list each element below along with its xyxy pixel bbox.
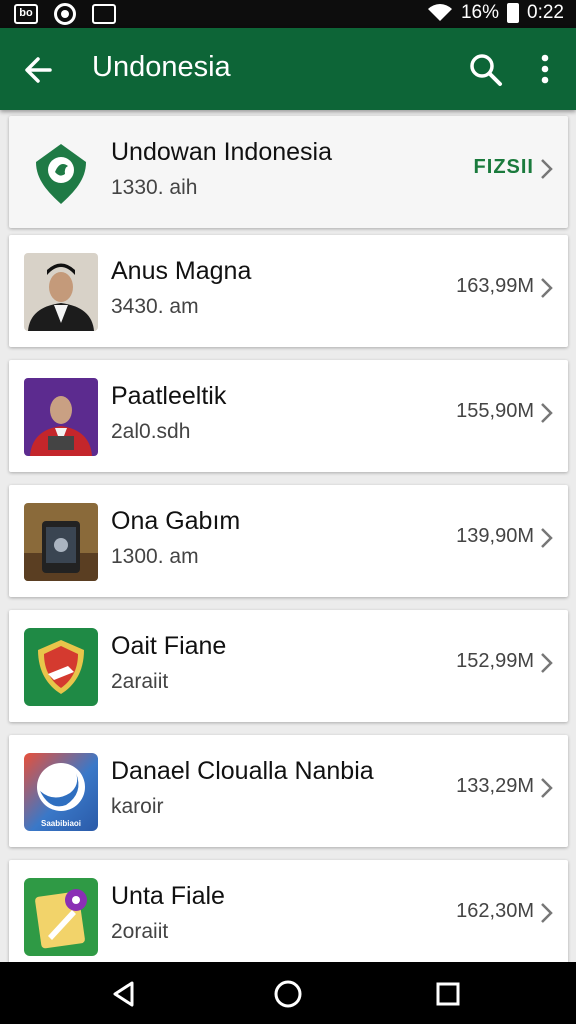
chevron-right-icon — [541, 159, 553, 179]
list-item[interactable]: Anus Magna 3430. am 163,99M — [9, 235, 568, 347]
chevron-right-icon — [541, 653, 553, 673]
item-list: Undowan Indonesia 1330. aih FIZSII Anus … — [0, 110, 576, 962]
list-item[interactable]: Saabibiaoi Danael Cloualla Nanbia karoir… — [9, 735, 568, 847]
item-name: Unta Fiale — [111, 882, 225, 910]
list-item[interactable]: Paatleeltik 2al0.sdh 155,90M — [9, 360, 568, 472]
arrow-left-icon — [25, 57, 52, 83]
search-button[interactable] — [466, 50, 506, 90]
item-size: 133,29M — [456, 775, 534, 797]
notes-app-icon — [24, 878, 98, 956]
item-size: 155,90M — [456, 400, 534, 422]
person-photo-icon — [24, 378, 98, 456]
notification-icon: bo — [14, 4, 38, 24]
item-subtitle: 3430. am — [111, 295, 199, 318]
clock: 0:22 — [527, 2, 564, 23]
chevron-right-icon — [541, 278, 553, 298]
page-title: Undonesia — [92, 51, 231, 83]
item-size: FIZSII — [473, 156, 534, 178]
chevron-right-icon — [541, 403, 553, 423]
record-icon — [54, 3, 76, 25]
image-notification-icon — [92, 4, 116, 24]
search-icon — [470, 54, 502, 86]
item-name: Oait Fiane — [111, 632, 227, 660]
nav-back-button[interactable] — [108, 978, 140, 1010]
list-item[interactable]: Oait Fiane 2araiit 152,99M — [9, 610, 568, 722]
item-size: 152,99M — [456, 650, 534, 672]
more-options-button[interactable] — [530, 50, 560, 90]
system-navigation-bar — [0, 962, 576, 1024]
chevron-right-icon — [541, 778, 553, 798]
nav-recents-button[interactable] — [432, 978, 464, 1010]
home-circle-icon — [274, 980, 302, 1008]
item-size: 139,90M — [456, 525, 534, 547]
wave-logo-icon: Saabibiaoi — [24, 753, 98, 831]
item-subtitle: 1300. am — [111, 545, 199, 568]
item-subtitle: karoir — [111, 795, 164, 818]
item-subtitle: 1330. aih — [111, 176, 198, 199]
person-photo-icon — [24, 253, 98, 331]
recents-square-icon — [436, 982, 460, 1006]
chevron-right-icon — [541, 903, 553, 923]
item-subtitle: 2araiit — [111, 670, 169, 693]
item-name: Ona Gabım — [111, 507, 241, 535]
item-size: 163,99M — [456, 275, 534, 297]
wifi-icon — [427, 4, 452, 21]
device-photo-icon — [24, 503, 98, 581]
shield-badge-icon — [24, 628, 98, 706]
item-subtitle: 2al0.sdh — [111, 420, 191, 443]
item-name: Undowan Indonesia — [111, 138, 332, 166]
item-name: Anus Magna — [111, 257, 252, 285]
item-subtitle: 2oraiit — [111, 920, 169, 943]
shield-logo-icon — [24, 134, 98, 212]
list-item[interactable]: Ona Gabım 1300. am 139,90M — [9, 485, 568, 597]
item-name: Danael Cloualla Nanbia — [111, 757, 374, 785]
nav-home-button[interactable] — [272, 978, 304, 1010]
app-bar: Undonesia — [0, 28, 576, 110]
list-item[interactable]: Undowan Indonesia 1330. aih FIZSII — [9, 116, 568, 228]
battery-icon — [507, 3, 520, 23]
chevron-right-icon — [541, 528, 553, 548]
more-vert-icon — [541, 54, 549, 84]
status-bar: bo 16% 0:22 — [0, 0, 576, 28]
back-button[interactable] — [16, 48, 60, 92]
item-name: Paatleeltik — [111, 382, 227, 410]
back-triangle-icon — [113, 981, 134, 1007]
item-size: 162,30M — [456, 900, 534, 922]
signal-text: 16% — [460, 2, 500, 23]
thumb-label: Saabibiaoi — [40, 819, 81, 828]
list-item[interactable]: Unta Fiale 2oraiit 162,30M — [9, 860, 568, 962]
